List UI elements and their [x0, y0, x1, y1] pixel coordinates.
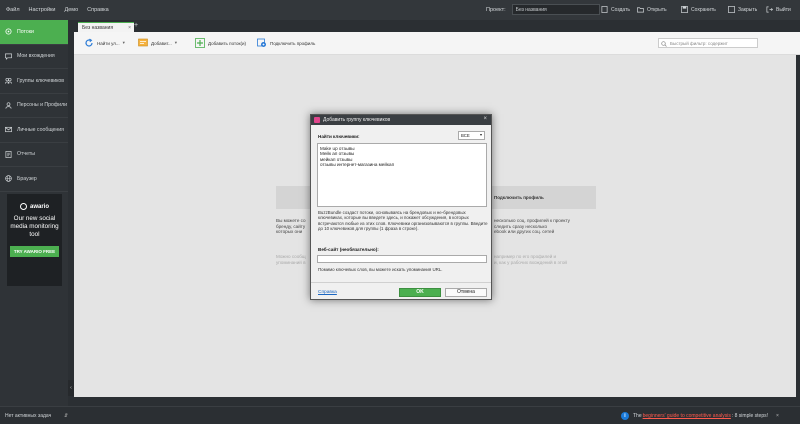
tasks-toggle-icon[interactable]: ⇵ — [64, 413, 68, 419]
dialog-titlebar: Добавить группу ключевиков × — [311, 115, 491, 125]
save-button[interactable]: Сохранить — [681, 6, 716, 13]
project-label: Проект: — [486, 6, 506, 13]
tab-untitled[interactable]: Без названия × — [78, 22, 134, 32]
add-tab-button[interactable]: + — [134, 22, 138, 29]
awario-logo: awario — [7, 203, 62, 210]
plus-icon — [195, 38, 205, 48]
close-button[interactable]: Закрыть — [728, 6, 757, 13]
main-menu: Файл Настройки Демо Справка — [6, 7, 118, 13]
ad-text: Our new social media monitoring tool — [10, 215, 59, 238]
info-icon: i — [621, 412, 629, 420]
cancel-button[interactable]: Отмена — [445, 288, 487, 297]
toolbar: Найти ул... ▾ Добавит... ▾ Добавить пото… — [74, 32, 800, 55]
background-left-text: Вы можете со бренду, сайту которых они — [276, 218, 306, 234]
exit-icon — [766, 6, 773, 13]
add-button[interactable]: Добавит... ▾ — [138, 38, 177, 48]
project-area: Проект: Без названия — [486, 4, 600, 15]
open-button[interactable]: Открыть — [637, 6, 667, 13]
close-project-icon — [728, 6, 735, 13]
folder-icon — [637, 7, 644, 13]
menu-settings[interactable]: Настройки — [29, 7, 56, 13]
tab-close-icon[interactable]: × — [128, 25, 131, 31]
chevron-down-icon[interactable]: ▾ — [123, 40, 125, 46]
keywords-textarea[interactable]: Make up отзывы Мейк ап отзывы мейкап отз… — [317, 143, 487, 207]
keywords-label: Найти ключевики: — [318, 134, 360, 139]
keywords-mode-select[interactable]: ВСЕ ▾ — [458, 131, 485, 140]
keywords-help-text: BuzzBundle создаст потоки, основываясь н… — [318, 210, 488, 232]
tab-bar: Без названия × + — [74, 20, 800, 32]
refresh-icon — [85, 38, 93, 47]
add-comment-icon — [138, 38, 148, 47]
promo-banner: i The beginners' guide to competitive an… — [621, 412, 779, 420]
awario-ad[interactable]: awario Our new social media monitoring t… — [7, 194, 62, 286]
website-label: Веб-сайт (необязательно): — [318, 247, 379, 252]
sidebar-item-keyword-groups[interactable]: Группы ключевиков — [0, 69, 68, 94]
sidebar-item-browser[interactable]: Браузер — [0, 167, 68, 192]
chevron-down-icon: ▾ — [479, 132, 482, 137]
website-input[interactable] — [317, 255, 487, 263]
sidebar-item-my-mentions[interactable]: Мои вхождения — [0, 45, 68, 69]
stream-icon — [5, 28, 12, 35]
app-logo-icon — [314, 117, 320, 123]
menu-help[interactable]: Справка — [87, 7, 109, 13]
background-connect-profile-label: Подключить профиль — [494, 195, 544, 200]
help-link[interactable]: Справка — [318, 290, 337, 295]
sidebar-item-people-profiles[interactable]: Персоны и Профили — [0, 94, 68, 118]
background-right-text: несколько соц. профилей к проекту следит… — [494, 218, 570, 234]
dialog-title: Добавить группу ключевиков — [323, 117, 391, 123]
promo-link[interactable]: beginners' guide to competitive analysis — [643, 413, 731, 419]
promo-close-icon[interactable]: × — [776, 413, 779, 419]
profile-icon — [257, 38, 266, 47]
awario-logo-icon — [19, 203, 27, 210]
globe-icon — [5, 175, 12, 182]
search-icon — [661, 41, 667, 47]
connect-profile-button[interactable]: Подключить профиль — [257, 38, 315, 48]
exit-button[interactable]: Выйти — [766, 6, 791, 13]
report-icon — [5, 150, 12, 158]
menu-demo[interactable]: Демо — [65, 7, 79, 13]
status-bar: Нет активных задач ⇵ i The beginners' gu… — [0, 406, 800, 424]
top-menu-bar: Файл Настройки Демо Справка Проект: Без … — [0, 0, 800, 20]
add-streams-button[interactable]: Добавить поток(и) — [195, 38, 246, 48]
project-name-field[interactable]: Без названия — [511, 4, 600, 15]
dialog-close-icon[interactable]: × — [483, 116, 487, 122]
chevron-down-icon[interactable]: ▾ — [175, 40, 177, 46]
sidebar: Потоки Мои вхождения Группы ключевиков П… — [0, 20, 68, 406]
people-icon — [5, 102, 12, 109]
background-right-faint: например по его профилей и и, как у рабо… — [494, 254, 567, 265]
mail-icon — [5, 127, 12, 133]
try-awario-button[interactable]: TRY AWARIO FREE — [9, 246, 60, 257]
ok-button[interactable]: OK — [399, 288, 441, 297]
background-left-faint: Можно сообщ упоминаний в — [276, 254, 306, 265]
save-icon — [681, 6, 688, 13]
dialog-divider — [311, 282, 491, 283]
keyword-line: отзывы интернет-магазина мейкап — [320, 162, 395, 168]
groups-icon — [5, 78, 12, 84]
comments-icon — [5, 53, 12, 60]
website-help-text: Помимо ключевых слов, вы можете искать у… — [318, 267, 443, 272]
sidebar-item-streams[interactable]: Потоки — [0, 20, 68, 45]
sidebar-item-private-messages[interactable]: Личные сообщения — [0, 118, 68, 143]
menu-file[interactable]: Файл — [6, 7, 20, 13]
task-status: Нет активных задач — [5, 413, 52, 419]
find-button[interactable]: Найти ул... ▾ — [84, 38, 125, 48]
quick-filter-input[interactable]: Быстрый фильтр: содержит — [658, 38, 758, 48]
new-file-icon — [601, 6, 608, 13]
create-button[interactable]: Создать — [601, 6, 630, 13]
sidebar-item-reports[interactable]: Отчеты — [0, 143, 68, 167]
add-keyword-group-dialog: Добавить группу ключевиков × Найти ключе… — [310, 114, 492, 300]
